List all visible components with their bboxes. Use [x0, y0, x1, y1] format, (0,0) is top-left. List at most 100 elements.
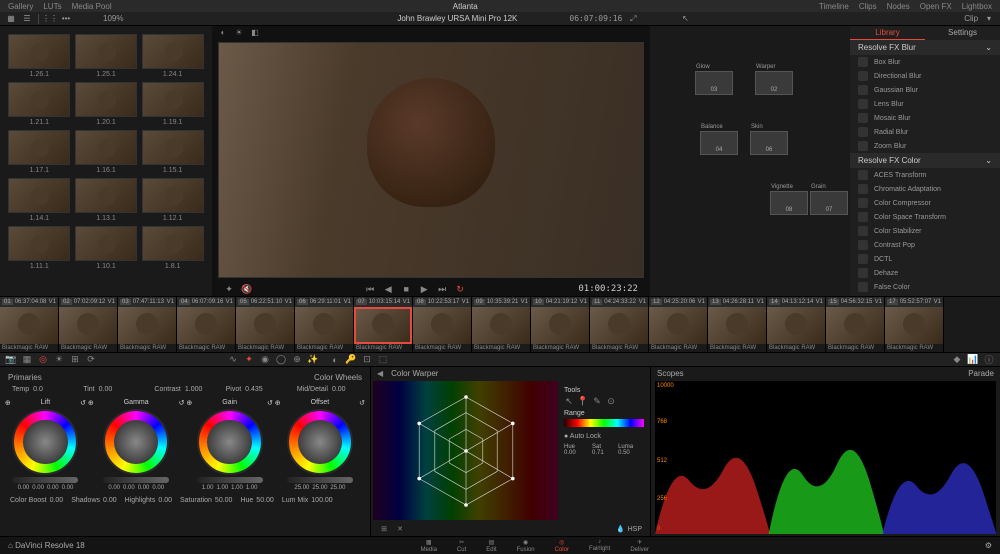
param-value[interactable]: 0.00 [158, 497, 172, 504]
expand-icon[interactable]: ⊕ [5, 399, 11, 407]
viewer-timecode[interactable]: 06:07:09:16 [569, 14, 622, 23]
wheel-value[interactable]: 0.00 [152, 485, 164, 491]
expand-icon[interactable]: ⊕ [88, 399, 94, 407]
chevron-down-icon[interactable]: ▾ [984, 14, 994, 24]
collapse-icon[interactable]: ⌄ [985, 156, 992, 165]
color-wheel[interactable] [103, 409, 169, 475]
grid-mode-icon[interactable]: ⊞ [379, 524, 389, 534]
timeline-clip[interactable]: 1104:24:33:22V1 Blackmagic RAW [590, 297, 649, 352]
node-balance[interactable]: Balance04 [700, 131, 738, 155]
split-icon[interactable]: ◧ [250, 27, 260, 37]
hue-value[interactable]: 0.00 [564, 450, 576, 456]
blur-icon[interactable]: ◐ [330, 355, 340, 365]
settings-gear-icon[interactable]: ⚙ [985, 541, 992, 550]
fx-item[interactable]: Contrast Pop [850, 238, 1000, 252]
timeline-clip[interactable]: 1004:21:19:12V1 Blackmagic RAW [531, 297, 590, 352]
range-spectrum[interactable] [564, 419, 644, 427]
gallery-thumb[interactable]: 1.8.1 [141, 226, 204, 270]
gallery-thumb[interactable]: 1.21.1 [8, 82, 71, 126]
node-vignette[interactable]: Vignette08 [770, 191, 808, 215]
fx-item[interactable]: Color Stabilizer [850, 224, 1000, 238]
draw-tool-icon[interactable]: ✎ [592, 396, 602, 406]
clips-toggle[interactable]: Clips [859, 2, 877, 11]
gallery-thumb[interactable]: 1.15.1 [141, 130, 204, 174]
fx-item[interactable]: False Color [850, 280, 1000, 294]
expand-icon[interactable]: ⤢ [628, 14, 638, 24]
master-slider[interactable] [287, 477, 353, 483]
camera-raw-icon[interactable]: 📷 [6, 355, 16, 365]
autolock-toggle[interactable]: Auto Lock [570, 433, 601, 440]
tint-value[interactable]: 0.00 [99, 386, 113, 393]
collapse-icon[interactable]: ⌄ [985, 43, 992, 52]
fx-item[interactable]: Gaussian Blur [850, 83, 1000, 97]
thumbnail-timeline[interactable]: 0106:37:04:08V1 Blackmagic RAW 0207:02:0… [0, 296, 1000, 352]
sat-value[interactable]: 0.71 [592, 450, 604, 456]
prev-frame-icon[interactable]: ◀ [383, 284, 393, 294]
fx-item[interactable]: ACES Transform [850, 168, 1000, 182]
color-wheel[interactable] [197, 409, 263, 475]
wheel-value[interactable]: 1.00 [231, 485, 243, 491]
play-icon[interactable]: ▶ [419, 284, 429, 294]
fx-item[interactable]: Radial Blur [850, 125, 1000, 139]
master-slider[interactable] [197, 477, 263, 483]
param-value[interactable]: 100.00 [311, 497, 332, 504]
node-warper[interactable]: Warper02 [755, 71, 793, 95]
fx-color-header[interactable]: Resolve FX Color⌄ [850, 153, 1000, 168]
color-wheels-mode[interactable]: Color Wheels [314, 373, 362, 382]
rgb-mixer-icon[interactable]: ⊞ [70, 355, 80, 365]
pin-tool-icon[interactable]: 📍 [578, 396, 588, 406]
curves-icon[interactable]: ∿ [228, 355, 238, 365]
gallery-thumb[interactable]: 1.17.1 [8, 130, 71, 174]
page-fusion[interactable]: ◉Fusion [517, 539, 535, 553]
page-cut[interactable]: ✂Cut [457, 539, 466, 553]
param-value[interactable]: 0.00 [50, 497, 64, 504]
gallery-thumb[interactable]: 1.16.1 [75, 130, 138, 174]
stop-icon[interactable]: ■ [401, 284, 411, 294]
timeline-clip[interactable]: 0307:47:11:13V1 Blackmagic RAW [118, 297, 177, 352]
loop-icon[interactable]: ↻ [455, 284, 465, 294]
luts-tab[interactable]: LUTs [43, 2, 61, 11]
highlight-icon[interactable]: ☀ [234, 27, 244, 37]
axis-mode-icon[interactable]: ✕ [395, 524, 405, 534]
node-skin[interactable]: Skin06 [750, 131, 788, 155]
first-frame-icon[interactable]: ⏮ [365, 284, 375, 294]
fx-item[interactable]: Chromatic Adaptation [850, 182, 1000, 196]
master-slider[interactable] [12, 477, 78, 483]
viewer-image[interactable] [218, 42, 644, 278]
page-fairlight[interactable]: ♪Fairlight [589, 539, 610, 553]
hdr-icon[interactable]: ☀ [54, 355, 64, 365]
timeline-clip[interactable]: 0710:03:15:14V1 Blackmagic RAW [354, 297, 413, 352]
middetail-value[interactable]: 0.00 [332, 386, 346, 393]
gallery-thumb[interactable]: 1.20.1 [75, 82, 138, 126]
hsp-mode[interactable]: HSP [628, 526, 642, 533]
pull-tool-icon[interactable]: ⊙ [606, 396, 616, 406]
keyframe-icon[interactable]: ◆ [952, 355, 962, 365]
gallery-tab[interactable]: Gallery [8, 2, 33, 11]
expand-icon[interactable]: ⊕ [186, 399, 192, 407]
magic-mask-icon[interactable]: ✨ [308, 355, 318, 365]
wheel-value[interactable]: 1.00 [202, 485, 214, 491]
sort-icon[interactable]: ⋮⋮ [45, 14, 55, 24]
gallery-thumb[interactable]: 1.19.1 [141, 82, 204, 126]
bypass-icon[interactable]: ◐ [218, 27, 228, 37]
timeline-clip[interactable]: 1404:13:12:14V1 Blackmagic RAW [767, 297, 826, 352]
param-value[interactable]: 50.00 [256, 497, 274, 504]
motion-icon[interactable]: ⟳ [86, 355, 96, 365]
3d-icon[interactable]: ⬚ [378, 355, 388, 365]
lightbox-toggle[interactable]: Lightbox [962, 2, 992, 11]
page-edit[interactable]: ▤Edit [486, 539, 496, 553]
eyedropper-icon[interactable]: 💧 [616, 524, 626, 534]
options-icon[interactable]: ••• [61, 14, 71, 24]
node-graph[interactable]: Glow03Warper02Balance04Skin06Vignette08G… [650, 26, 850, 296]
page-media[interactable]: ▦Media [421, 539, 437, 553]
timeline-clip[interactable]: 0506:22:51:10V1 Blackmagic RAW [236, 297, 295, 352]
wheel-value[interactable]: 0.00 [138, 485, 150, 491]
timeline-clip[interactable]: 0810:22:53:17V1 Blackmagic RAW [413, 297, 472, 352]
gallery-thumb[interactable]: 1.24.1 [141, 34, 204, 78]
contrast-value[interactable]: 1.000 [185, 386, 203, 393]
param-value[interactable]: 50.00 [215, 497, 233, 504]
reset-icon[interactable]: ↺ [267, 399, 273, 407]
param-value[interactable]: 0.00 [103, 497, 117, 504]
pivot-value[interactable]: 0.435 [245, 386, 263, 393]
fx-item[interactable]: Color Compressor [850, 196, 1000, 210]
